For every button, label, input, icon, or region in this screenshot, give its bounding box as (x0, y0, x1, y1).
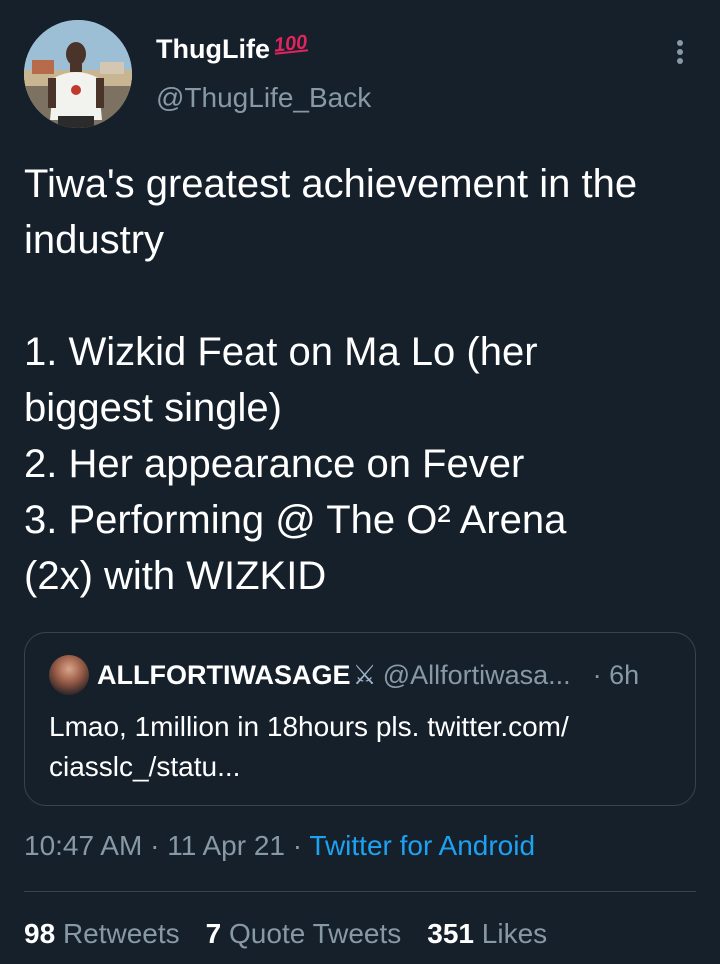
divider (24, 891, 696, 892)
quoted-author-handle: @Allfortiwasa... (382, 659, 571, 690)
crossed-swords-icon: ⚔ (352, 659, 377, 690)
quoted-author-name: ALLFORTIWASAGE (97, 659, 351, 690)
quoted-author-avatar (49, 655, 89, 695)
tweet-line: Tiwa's greatest achievement in the (24, 162, 638, 206)
retweets-stat[interactable]: 98 Retweets (24, 918, 180, 950)
retweets-count: 98 (24, 918, 56, 949)
tweet-line (24, 268, 704, 324)
quoted-tweet-header: ALLFORTIWASAGE ⚔ @Allfortiwasa... · 6h (49, 655, 679, 695)
quoted-text-line: ciasslc_/statu... (49, 751, 241, 782)
tweet-date: 11 Apr 21 (167, 830, 285, 861)
author-display-name[interactable]: ThugLife (156, 34, 270, 65)
likes-count: 351 (427, 918, 474, 949)
author-handle[interactable]: @ThugLife_Back (156, 82, 371, 114)
quote-tweets-count: 7 (205, 918, 222, 949)
tweet-meta: 10:47 AM · 11 Apr 21 · Twitter for Andro… (24, 830, 535, 862)
tweet-detail: ThugLife 100 @ThugLife_Back Tiwa's great… (0, 0, 720, 964)
tweet-line: 2. Her appearance on Fever (24, 442, 525, 486)
more-options-icon[interactable] (666, 38, 694, 66)
quoted-text-line: Lmao, 1million in 18hours pls. twitter.c… (49, 711, 569, 742)
author-photo (24, 20, 132, 128)
meta-separator: · (142, 830, 168, 861)
quote-tweets-label: Quote Tweets (229, 918, 402, 949)
retweets-label: Retweets (62, 918, 180, 949)
likes-stat[interactable]: 351 Likes (427, 918, 547, 950)
author-name-row[interactable]: ThugLife 100 (156, 31, 309, 65)
quoted-tweet-time: · 6h (592, 659, 640, 690)
tweet-stats: 98 Retweets 7 Quote Tweets 351 Likes (24, 918, 547, 950)
tweet-line: 3. Performing @ The O² Arena (24, 498, 567, 542)
quote-tweets-stat[interactable]: 7 Quote Tweets (206, 918, 402, 950)
tweet-line: (2x) with WIZKID (24, 554, 327, 598)
quoted-tweet-card[interactable]: ALLFORTIWASAGE ⚔ @Allfortiwasa... · 6h L… (24, 632, 696, 806)
tweet-line: biggest single) (24, 386, 282, 430)
tweet-source-link[interactable]: Twitter for Android (309, 830, 535, 861)
likes-label: Likes (481, 918, 548, 949)
tweet-line: industry (24, 218, 165, 262)
quoted-tweet-text: Lmao, 1million in 18hours pls. twitter.c… (49, 707, 669, 787)
tweet-time: 10:47 AM (24, 830, 143, 861)
tweet-line: 1. Wizkid Feat on Ma Lo (her (24, 330, 538, 374)
tweet-text: Tiwa's greatest achievement in the indus… (24, 156, 704, 604)
hundred-points-icon: 100 (272, 31, 309, 57)
author-avatar[interactable] (24, 20, 132, 128)
meta-separator: · (285, 830, 310, 861)
